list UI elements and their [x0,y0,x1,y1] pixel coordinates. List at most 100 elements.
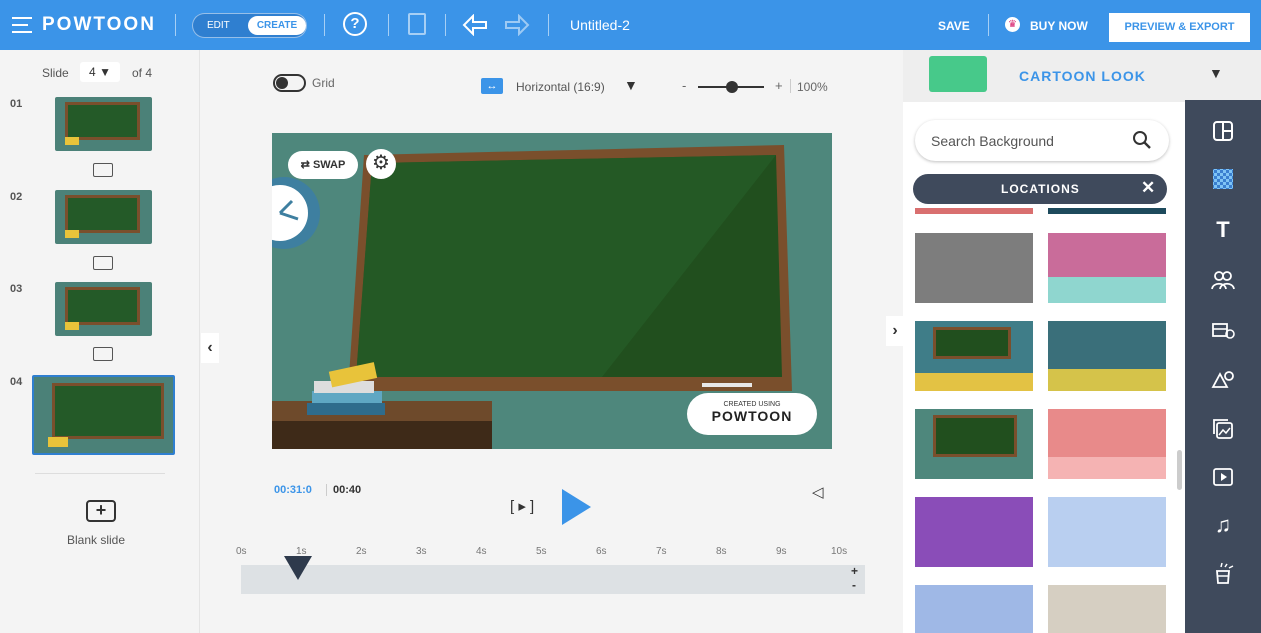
watermark-brand: POWTOON [711,408,793,424]
props-icon[interactable] [1185,306,1261,352]
characters-icon[interactable] [1185,257,1261,303]
tick-label: 9s [776,546,787,557]
grid-toggle[interactable] [273,74,306,92]
redo-icon[interactable] [504,14,530,36]
tick-label: 7s [656,546,667,557]
search-input[interactable]: Search Background [915,120,1169,161]
bg-thumbnail[interactable] [1048,233,1166,303]
bg-thumbnail[interactable] [1048,585,1166,633]
zoom-out-button[interactable]: - [682,78,686,93]
slides-panel: Slide 4 ▼ of 4 01 02 03 04 + Blank slide [0,50,200,633]
mode-edit[interactable]: EDIT [207,20,230,31]
bg-thumbnail[interactable] [1048,497,1166,567]
slide-thumbnail[interactable] [55,97,152,151]
close-icon[interactable]: ✕ [1141,178,1155,198]
volume-icon[interactable]: ◁ [812,483,824,501]
zoom-level: 100% [797,80,828,94]
timeline-zoom-out-button[interactable]: - [852,578,856,592]
preview-export-button[interactable]: PREVIEW & EXPORT [1109,13,1250,42]
shapes-icon[interactable] [1185,356,1261,402]
search-icon[interactable] [1132,130,1152,150]
slide-number: 01 [10,98,23,110]
menu-icon[interactable] [12,17,32,33]
collapse-left-icon[interactable]: ‹ [201,333,219,363]
layout-icon[interactable] [1185,108,1261,154]
duplicate-slide-icon[interactable] [93,256,113,270]
media-icon[interactable] [1185,406,1261,452]
play-scene-button[interactable]: [ ▸ ] [510,497,534,515]
help-icon[interactable]: ? [343,12,367,36]
timeline-track[interactable] [241,565,865,594]
project-title[interactable]: Untitled-2 [570,17,630,33]
watermark-small-text: CREATED USING [723,401,781,408]
search-placeholder: Search Background [931,133,1054,149]
special-icon[interactable] [1185,550,1261,596]
bg-thumbnail[interactable] [915,497,1033,567]
orientation-select[interactable]: Horizontal (16:9) [516,80,605,94]
background-icon[interactable] [1185,156,1261,202]
buy-now-button[interactable]: BUY NOW [1030,19,1088,33]
tick-label: 6s [596,546,607,557]
zoom-slider-handle[interactable] [726,81,738,93]
slide-number: 03 [10,283,23,295]
duplicate-slide-icon[interactable] [93,163,113,177]
timeline-playhead[interactable] [284,556,312,580]
bg-thumbnail[interactable] [1048,208,1166,214]
music-icon[interactable]: ♫ [1185,502,1261,548]
slide-number: 04 [10,376,23,388]
chevron-down-icon: ▼ [99,65,111,79]
tick-label: 3s [416,546,427,557]
bg-thumbnail[interactable] [915,321,1033,391]
slide-label: Slide [42,66,69,80]
slide-thumbnail[interactable] [55,282,152,336]
tick-label: 5s [536,546,547,557]
mode-create[interactable]: CREATE [248,16,306,35]
orientation-icon[interactable]: ↔ [481,78,503,94]
mode-toggle[interactable]: EDIT CREATE [192,13,307,38]
bg-thumbnail[interactable] [915,233,1033,303]
category-chip[interactable]: LOCATIONS ✕ [913,174,1167,204]
stage-canvas[interactable]: ⇄ SWAP ⚙ CREATED USING POWTOON [272,133,832,449]
notes-icon[interactable] [408,13,426,35]
scrollbar[interactable] [1177,450,1182,490]
play-button[interactable] [562,489,591,525]
zoom-in-button[interactable]: + [775,78,783,93]
timeline-zoom-in-button[interactable]: + [851,564,858,578]
tick-label: 8s [716,546,727,557]
bg-thumbnail[interactable] [1048,321,1166,391]
swap-label: SWAP [312,159,346,171]
crown-icon: ♛ [1005,17,1020,32]
duplicate-slide-icon[interactable] [93,347,113,361]
library-panel: CARTOON LOOK ▼ Search Background LOCATIO… [903,50,1261,633]
video-icon[interactable] [1185,454,1261,500]
slide-count: of 4 [132,66,153,80]
bg-thumbnail[interactable] [915,585,1033,633]
slide-select[interactable]: 4 ▼ [80,62,120,82]
logo[interactable]: POWTOON [42,14,156,36]
bg-thumbnail[interactable] [1048,409,1166,479]
style-name: CARTOON LOOK [1019,68,1146,84]
timeline-current-time: 00:31:0 [274,484,312,496]
slide-number: 02 [10,191,23,203]
chevron-down-icon[interactable]: ▼ [1209,65,1223,81]
slide-thumbnail-selected[interactable] [32,375,175,455]
slide-select-value: 4 [89,65,96,79]
top-bar: POWTOON EDIT CREATE ? Untitled-2 SAVE ♛ … [0,0,1261,50]
expand-right-icon[interactable]: › [886,316,904,346]
chevron-down-icon[interactable]: ▼ [624,77,638,93]
settings-gear-icon[interactable]: ⚙ [366,149,396,179]
swap-button[interactable]: ⇄ SWAP [288,151,358,179]
powtoon-watermark: CREATED USING POWTOON [687,393,817,435]
slide-thumbnail[interactable] [55,190,152,244]
save-button[interactable]: SAVE [938,19,970,33]
grid-label: Grid [312,76,335,90]
add-blank-slide-button[interactable]: + [86,500,116,522]
bg-thumbnail[interactable] [915,208,1033,214]
blank-slide-label: Blank slide [67,533,126,547]
undo-icon[interactable] [462,14,488,36]
divider [790,79,791,93]
text-icon[interactable]: T [1185,207,1261,253]
style-header[interactable]: CARTOON LOOK ▼ [903,50,1261,102]
bg-thumbnail[interactable] [915,409,1033,479]
tick-label: 2s [356,546,367,557]
